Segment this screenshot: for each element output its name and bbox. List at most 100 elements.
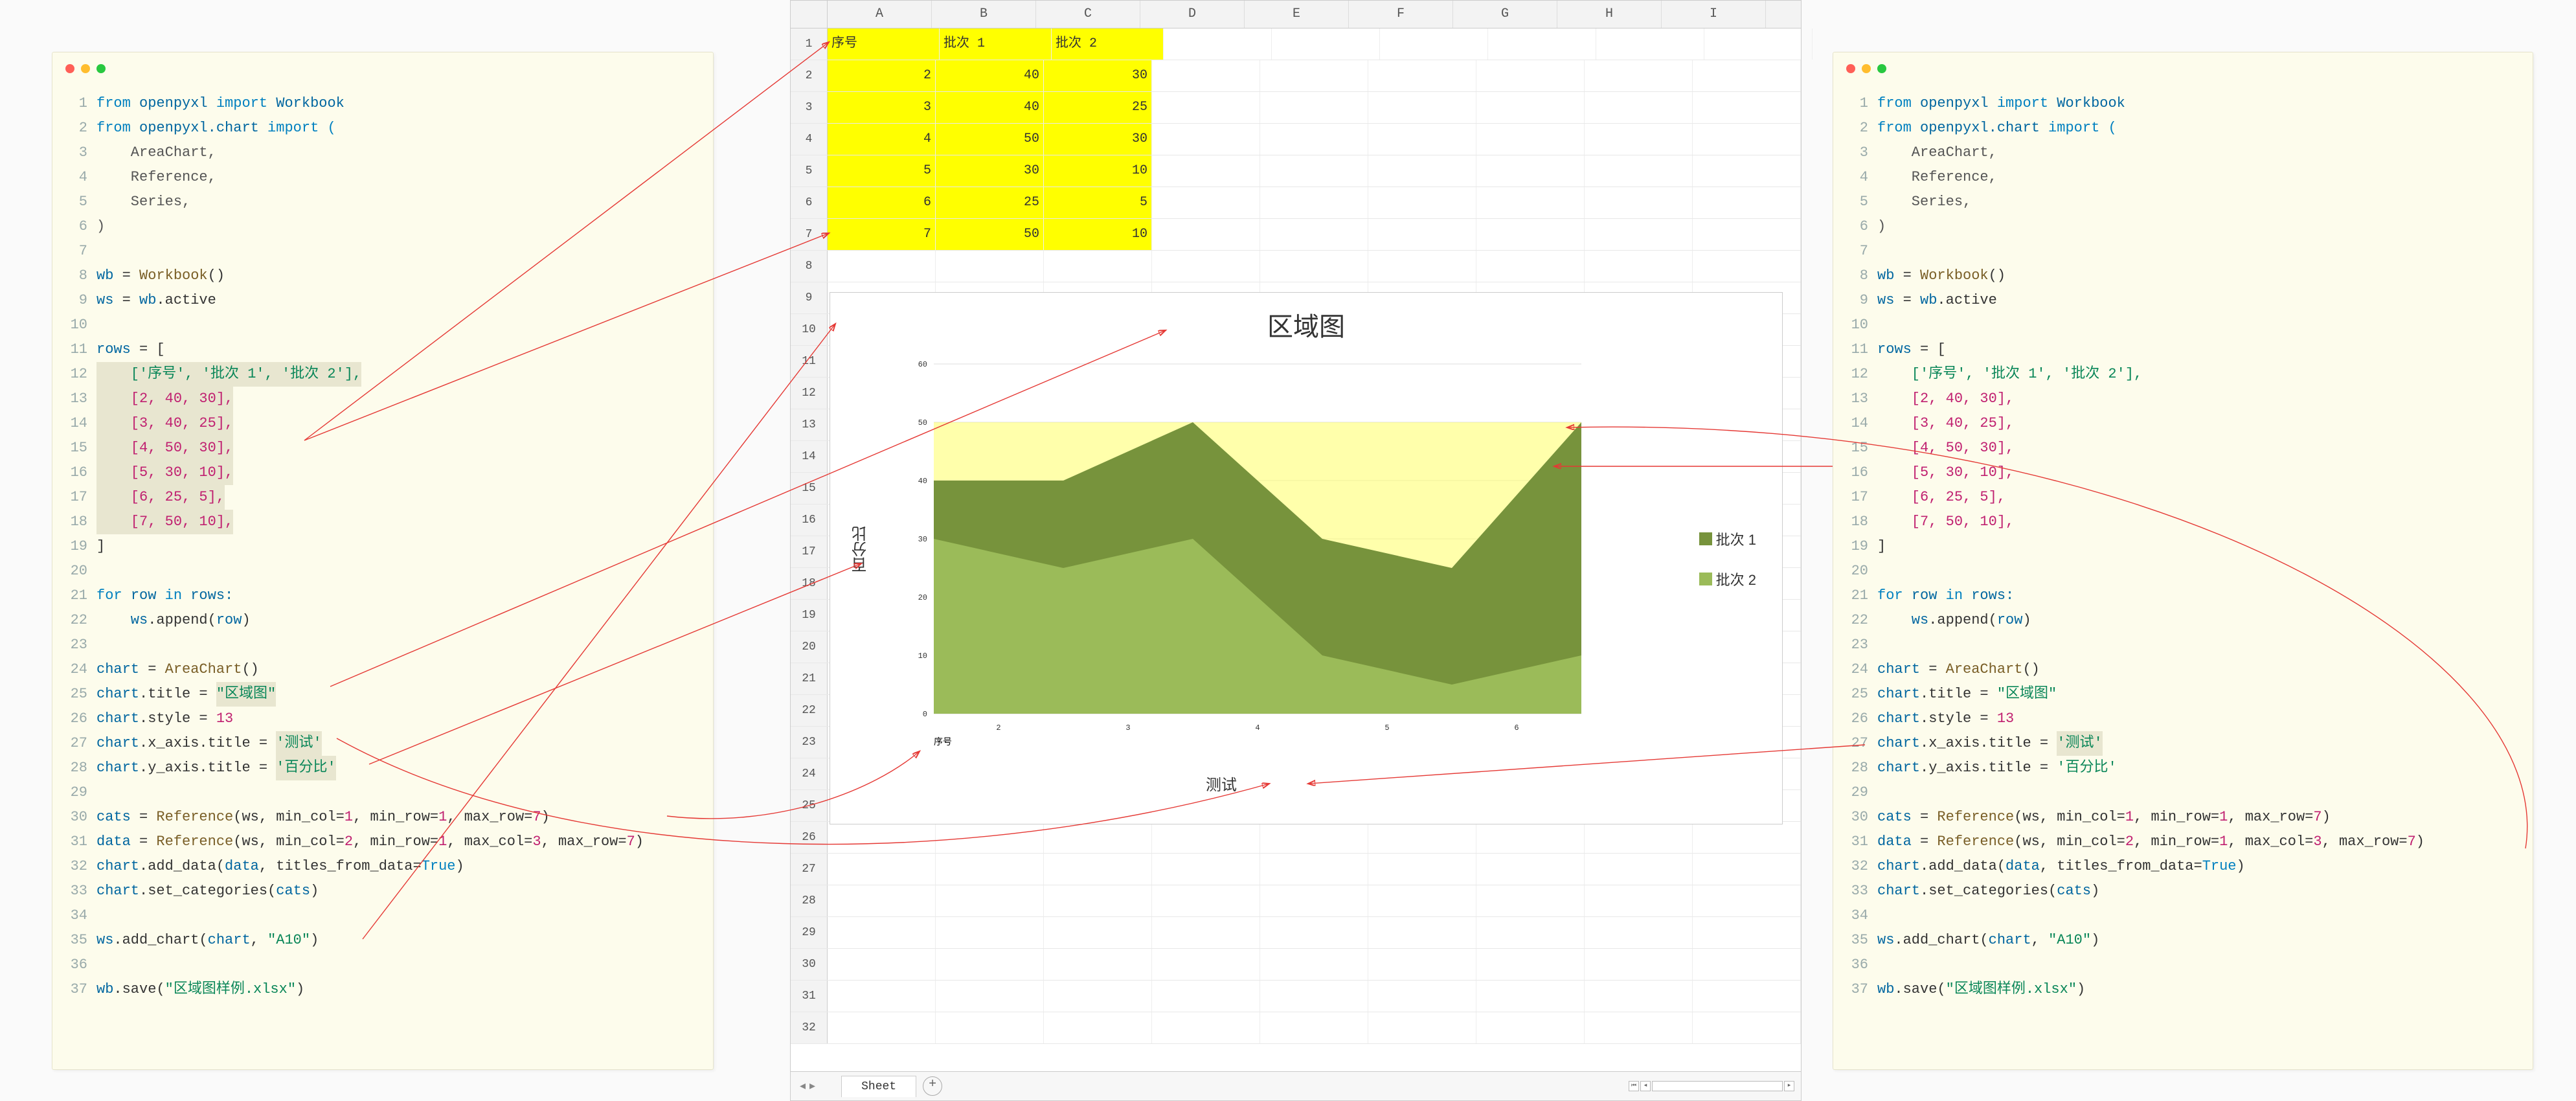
- cell[interactable]: 4: [828, 124, 936, 155]
- cell[interactable]: 40: [936, 92, 1044, 123]
- scroll-left-icon[interactable]: ◂: [1640, 1081, 1651, 1091]
- cell[interactable]: [1152, 981, 1260, 1012]
- cell[interactable]: [1260, 917, 1368, 948]
- cell[interactable]: [1260, 155, 1368, 187]
- cell[interactable]: [1596, 28, 1704, 60]
- cell[interactable]: [1260, 949, 1368, 980]
- table-row[interactable]: 8: [791, 251, 1801, 282]
- row-header[interactable]: 29: [791, 917, 828, 948]
- col-I[interactable]: I: [1662, 1, 1766, 28]
- cell[interactable]: [1585, 187, 1693, 218]
- row-header[interactable]: 7: [791, 219, 828, 250]
- cell[interactable]: [1585, 981, 1693, 1012]
- row-header[interactable]: 5: [791, 155, 828, 187]
- cell[interactable]: [936, 1012, 1044, 1043]
- row-header[interactable]: 4: [791, 124, 828, 155]
- col-D[interactable]: D: [1140, 1, 1245, 28]
- cell[interactable]: [1260, 854, 1368, 885]
- cell[interactable]: [1693, 60, 1801, 91]
- cell[interactable]: [1585, 92, 1693, 123]
- cell[interactable]: 25: [936, 187, 1044, 218]
- table-row[interactable]: 27: [791, 854, 1801, 885]
- row-header[interactable]: 21: [791, 663, 828, 694]
- cell[interactable]: [1476, 1012, 1585, 1043]
- table-row[interactable]: 26: [791, 822, 1801, 854]
- row-header[interactable]: 2: [791, 60, 828, 91]
- cell[interactable]: [1368, 251, 1476, 282]
- cell[interactable]: [1272, 28, 1380, 60]
- cell[interactable]: [1585, 155, 1693, 187]
- cell[interactable]: 5: [828, 155, 936, 187]
- cell[interactable]: [1476, 124, 1585, 155]
- cell[interactable]: [1152, 251, 1260, 282]
- cell[interactable]: [1368, 60, 1476, 91]
- table-row[interactable]: 224030: [791, 60, 1801, 92]
- cell[interactable]: [1152, 60, 1260, 91]
- cell[interactable]: [1585, 949, 1693, 980]
- cell[interactable]: [1585, 822, 1693, 853]
- row-header[interactable]: 12: [791, 378, 828, 409]
- cell[interactable]: [1585, 1012, 1693, 1043]
- cell[interactable]: [1693, 949, 1801, 980]
- cell[interactable]: [1152, 949, 1260, 980]
- cell[interactable]: 50: [936, 219, 1044, 250]
- cell[interactable]: [828, 949, 936, 980]
- row-header[interactable]: 16: [791, 505, 828, 536]
- cell[interactable]: [1693, 155, 1801, 187]
- cell[interactable]: [1044, 251, 1152, 282]
- cell[interactable]: [1585, 124, 1693, 155]
- cell[interactable]: [1704, 28, 1813, 60]
- col-H[interactable]: H: [1557, 1, 1662, 28]
- cell[interactable]: [1368, 92, 1476, 123]
- cell[interactable]: [1380, 28, 1488, 60]
- sheet-tab[interactable]: Sheet: [841, 1076, 916, 1097]
- cell[interactable]: 3: [828, 92, 936, 123]
- cell[interactable]: [936, 917, 1044, 948]
- cell[interactable]: [1368, 949, 1476, 980]
- col-A[interactable]: A: [828, 1, 932, 28]
- cell[interactable]: 序号: [828, 28, 940, 60]
- cell[interactable]: [1693, 92, 1801, 123]
- table-row[interactable]: 775010: [791, 219, 1801, 251]
- row-header[interactable]: 23: [791, 727, 828, 758]
- cell[interactable]: [1368, 219, 1476, 250]
- cell[interactable]: 7: [828, 219, 936, 250]
- cell[interactable]: [1260, 822, 1368, 853]
- cell[interactable]: [828, 917, 936, 948]
- row-header[interactable]: 24: [791, 758, 828, 789]
- cell[interactable]: [828, 981, 936, 1012]
- cell[interactable]: [1476, 854, 1585, 885]
- table-row[interactable]: 29: [791, 917, 1801, 949]
- select-all-corner[interactable]: [791, 1, 828, 28]
- row-header[interactable]: 19: [791, 600, 828, 631]
- row-header[interactable]: 31: [791, 981, 828, 1012]
- tab-nav-left-icon[interactable]: ◂: [800, 1079, 806, 1093]
- cell[interactable]: 30: [936, 155, 1044, 187]
- spreadsheet[interactable]: A B C D E F G H I 1序号批次 1批次 222403033402…: [790, 0, 1802, 1101]
- cell[interactable]: [1476, 822, 1585, 853]
- row-header[interactable]: 6: [791, 187, 828, 218]
- cell[interactable]: 10: [1044, 155, 1152, 187]
- row-header[interactable]: 27: [791, 854, 828, 885]
- cell[interactable]: [1044, 981, 1152, 1012]
- cell[interactable]: [1152, 854, 1260, 885]
- cell[interactable]: [1585, 917, 1693, 948]
- row-header[interactable]: 26: [791, 822, 828, 853]
- cell[interactable]: [1260, 187, 1368, 218]
- cell[interactable]: [1476, 885, 1585, 916]
- row-header[interactable]: 20: [791, 631, 828, 663]
- row-header[interactable]: 1: [791, 28, 828, 60]
- cell[interactable]: 50: [936, 124, 1044, 155]
- cell[interactable]: [1368, 1012, 1476, 1043]
- tab-nav-right-icon[interactable]: ▸: [809, 1079, 815, 1093]
- cell[interactable]: [1152, 219, 1260, 250]
- cell[interactable]: [1044, 1012, 1152, 1043]
- col-E[interactable]: E: [1245, 1, 1349, 28]
- cell[interactable]: [1693, 219, 1801, 250]
- row-header[interactable]: 25: [791, 790, 828, 821]
- table-row[interactable]: 28: [791, 885, 1801, 917]
- cell[interactable]: [1476, 92, 1585, 123]
- col-G[interactable]: G: [1453, 1, 1557, 28]
- table-row[interactable]: 31: [791, 981, 1801, 1012]
- table-row[interactable]: 1序号批次 1批次 2: [791, 28, 1801, 60]
